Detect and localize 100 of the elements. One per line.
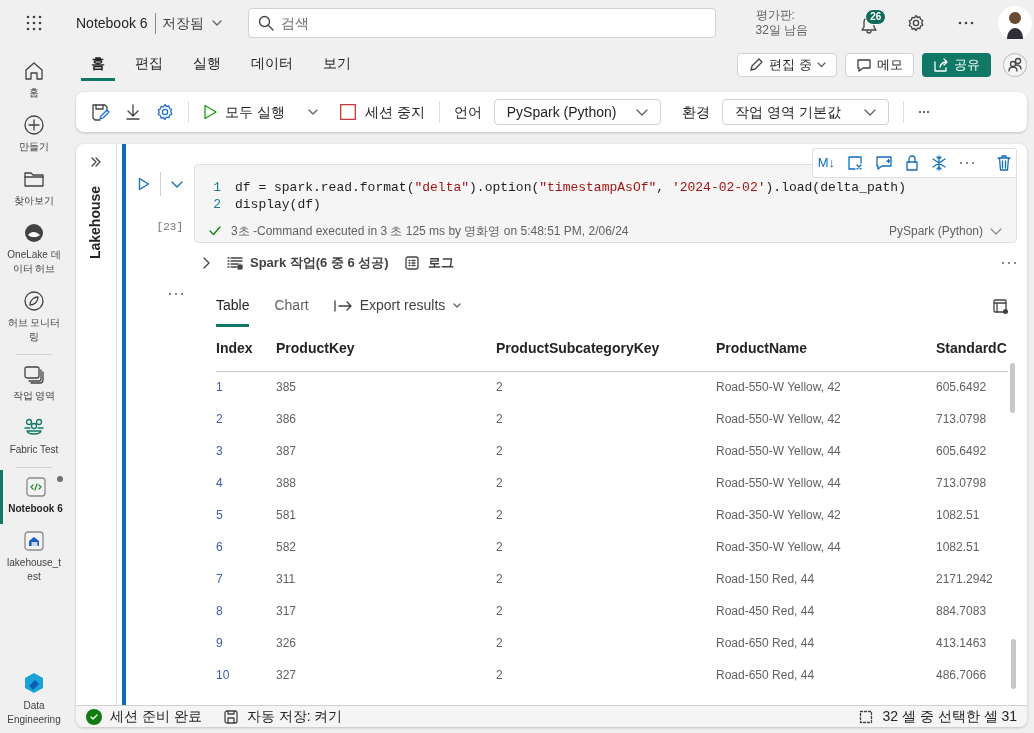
ribbon-tab[interactable]: 데이터 <box>241 49 303 81</box>
ribbon-tab[interactable]: 홈 <box>81 49 115 81</box>
column-header[interactable]: Index <box>216 327 276 371</box>
session-status: 세션 준비 완료 <box>110 707 202 726</box>
add-comment-icon[interactable] <box>875 155 893 171</box>
expand-panel-icon[interactable] <box>90 156 102 168</box>
table-cell: 7 <box>216 563 276 595</box>
save-status-dropdown[interactable]: 저장됨 <box>155 12 222 34</box>
chevron-down-icon <box>863 108 876 116</box>
chevron-down-icon[interactable] <box>171 180 183 188</box>
nav-rail-item[interactable]: 만들기 <box>5 114 63 154</box>
comments-button[interactable]: 메모 <box>845 53 914 77</box>
language-label: 언어 <box>453 102 482 122</box>
ribbon-tab[interactable]: 실행 <box>183 49 231 81</box>
more-icon[interactable] <box>917 110 930 114</box>
table-cell: 2 <box>216 403 276 435</box>
ribbon-tab[interactable]: 보기 <box>313 49 361 81</box>
avatar-icon[interactable] <box>998 6 1033 40</box>
code-line: df = spark.read.format("delta").option("timestampAsOf", '2024-02-02').load(delta_path) <box>235 179 906 196</box>
share-icon <box>933 57 949 73</box>
column-header[interactable]: ProductName <box>716 327 936 371</box>
table-cell-text: 605.6492 <box>936 443 988 460</box>
table-cell-text: 1082.51 <box>936 507 981 524</box>
trial-label: 평가판: <box>755 8 796 23</box>
table-cell: Road-150 Red, 44 <box>716 563 936 595</box>
table-cell: Road-550-W Yellow, 44 <box>716 467 936 499</box>
run-all-button[interactable]: 모두 실행 <box>203 101 285 123</box>
chevron-down-icon[interactable] <box>307 109 318 115</box>
chevron-down-icon <box>817 62 826 68</box>
table-cell: 581 <box>276 499 496 531</box>
output-tab[interactable]: Chart <box>274 287 309 327</box>
nav-rail-item[interactable]: 허브 모니터링 <box>5 290 63 344</box>
table-cell: 4 <box>216 467 276 499</box>
table-settings-icon[interactable] <box>993 299 1009 315</box>
table-cell-text: 713.0798 <box>936 411 988 428</box>
autosave-status: 자동 저장: 켜기 <box>246 707 343 726</box>
table-cell-text: 1082.51 <box>936 539 981 556</box>
notification-count-badge: 26 <box>865 9 887 25</box>
table-cell: 311 <box>276 563 496 595</box>
execution-status: 3초 -Command executed in 3 초 125 ms by 명화영 on 5:48:51 PM, 2/06/24 <box>231 223 629 240</box>
share-button[interactable]: 공유 <box>922 53 991 77</box>
checkmark-icon <box>209 226 221 236</box>
stop-icon <box>339 104 356 120</box>
table-cell: 1 <box>216 371 276 403</box>
output-tab[interactable]: Table <box>216 287 250 327</box>
column-header[interactable]: ProductSubcategoryKey <box>496 327 716 371</box>
spark-jobs-button[interactable]: Spark 작업(6 중 6 성공) <box>227 253 389 273</box>
download-icon[interactable] <box>124 103 142 121</box>
ribbon-tab[interactable]: 편집 <box>125 49 173 81</box>
save-icon <box>223 709 238 724</box>
nav-rail-item[interactable]: 홈 <box>5 60 63 100</box>
table-cell: 10 <box>216 659 276 691</box>
nav-rail-item[interactable]: 작업 영역 <box>5 363 63 403</box>
collaborators-icon[interactable] <box>1003 53 1027 77</box>
scrollbar-thumb[interactable] <box>1010 363 1015 413</box>
data-engineering-switcher[interactable]: Data Engineering <box>2 671 66 727</box>
export-results-button[interactable]: Export results <box>333 287 462 327</box>
save-as-icon[interactable] <box>90 102 110 122</box>
pencil-icon <box>748 57 765 73</box>
table-cell: Road-350-W Yellow, 42 <box>716 499 936 531</box>
trial-days-remaining: 32일 남음 <box>755 23 809 38</box>
nav-rail-item[interactable]: Notebook 6 <box>6 476 65 516</box>
table-cell-text: 2 <box>496 603 504 620</box>
notebook-title[interactable]: Notebook 6 <box>76 12 156 34</box>
clear-output-icon[interactable] <box>847 155 863 171</box>
freeze-icon[interactable] <box>931 155 947 171</box>
table-cell-text: 2171.2942 <box>936 571 994 588</box>
chevron-right-icon[interactable] <box>202 257 210 269</box>
table-cell: 388 <box>276 467 496 499</box>
environment-dropdown[interactable]: 작업 영역 기본값 <box>721 99 889 125</box>
column-header[interactable]: ProductKey <box>276 327 496 371</box>
experience-logo-icon <box>22 671 46 695</box>
table-cell: 327 <box>276 659 496 691</box>
settings-icon[interactable] <box>156 103 174 121</box>
lakehouse-panel-title[interactable]: Lakehouse <box>85 185 107 259</box>
table-cell-text: 2 <box>496 411 504 428</box>
nav-rail-item[interactable]: OneLake 데이터 허브 <box>5 222 63 276</box>
table-cell-text: 884.7083 <box>936 603 988 620</box>
chevron-down-icon <box>211 19 222 27</box>
nav-rail-item[interactable]: lakehouse_test <box>5 530 63 584</box>
more-icon[interactable] <box>958 21 975 25</box>
cell-language-dropdown[interactable]: PySpark (Python) <box>888 222 1002 240</box>
app-launcher-icon[interactable] <box>25 14 43 32</box>
settings-icon[interactable] <box>907 14 926 32</box>
scrollbar-thumb[interactable] <box>1011 639 1016 689</box>
table-cell: Road-450 Red, 44 <box>716 595 936 627</box>
run-cell-icon[interactable] <box>138 177 150 191</box>
column-header[interactable]: StandardC <box>936 327 1008 371</box>
language-dropdown[interactable]: PySpark (Python) <box>493 99 661 125</box>
lock-icon[interactable] <box>905 155 919 171</box>
logs-button[interactable]: 로그 <box>404 253 454 273</box>
stop-session-button[interactable]: 세션 중지 <box>339 101 425 123</box>
execution-count: [23] <box>156 220 183 235</box>
table-cell-text: 713.0798 <box>936 475 988 492</box>
delete-icon[interactable] <box>997 155 1011 171</box>
nav-rail-item[interactable]: Fabric Test <box>5 417 63 457</box>
edit-mode-button[interactable]: 편집 중 <box>737 53 837 77</box>
search-field[interactable]: 검색 <box>247 8 716 38</box>
nav-rail-item[interactable]: 찾아보기 <box>5 168 63 208</box>
table-cell: 5 <box>216 499 276 531</box>
